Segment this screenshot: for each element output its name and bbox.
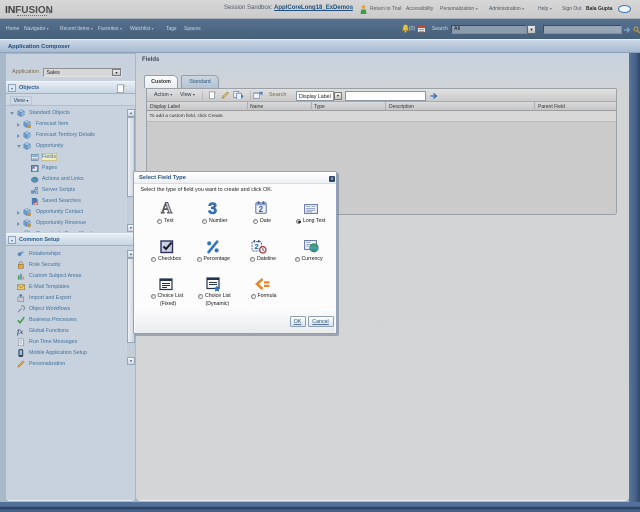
svg-text:2: 2: [259, 205, 264, 214]
svg-text:fx: fx: [17, 327, 24, 336]
svg-text:A: A: [161, 200, 173, 215]
svg-text:3: 3: [208, 200, 217, 216]
svg-text:2: 2: [255, 242, 259, 251]
